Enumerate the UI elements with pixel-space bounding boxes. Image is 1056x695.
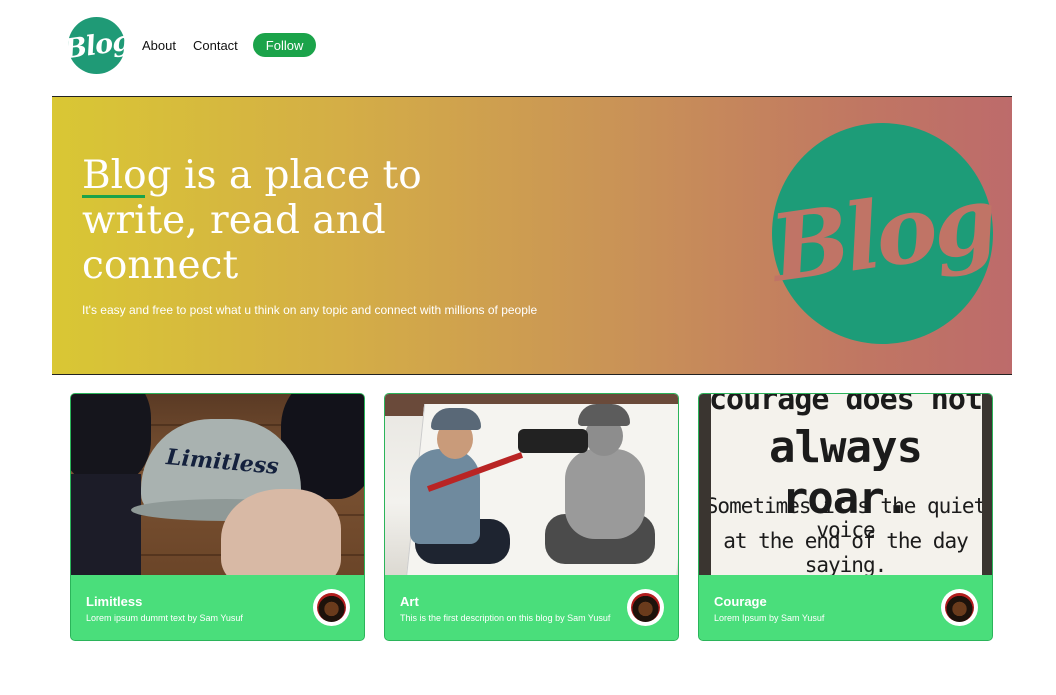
blog-card-art[interactable]: Art This is the first description on thi…: [384, 393, 679, 641]
top-nav: Blog About Contact Follow: [62, 16, 317, 74]
hero-subtitle: It's easy and free to post what u think …: [82, 303, 538, 317]
follow-button[interactable]: Follow: [252, 33, 317, 57]
blog-logo-text: Blog: [61, 25, 132, 65]
nav-link-contact[interactable]: Contact: [193, 38, 238, 53]
card-footer: Limitless Lorem ipsum dummt text by Sam …: [71, 575, 364, 640]
card-list: Limitless Limitless Lorem ipsum dummt te…: [70, 393, 994, 641]
hero-title: Blog is a place to write, read and conne…: [82, 153, 422, 288]
author-avatar[interactable]: [313, 589, 350, 626]
card-title: Courage: [714, 594, 767, 609]
card-description: Lorem Ipsum by Sam Yusuf: [714, 613, 825, 623]
card-image-art: [385, 394, 678, 575]
hero-title-underline: [82, 195, 145, 198]
hero-blog-logo: Blog: [765, 123, 1000, 344]
card-image-limitless: Limitless: [71, 394, 364, 575]
blog-card-courage[interactable]: courage does not always roar. Sometimes …: [698, 393, 993, 641]
card-footer: Courage Lorem Ipsum by Sam Yusuf: [699, 575, 992, 640]
card-title: Limitless: [86, 594, 143, 609]
quote-line-1: courage does not: [709, 394, 983, 417]
nav-link-about[interactable]: About: [142, 38, 176, 53]
blog-card-limitless[interactable]: Limitless Limitless Lorem ipsum dummt te…: [70, 393, 365, 641]
card-title: Art: [400, 594, 419, 609]
card-footer: Art This is the first description on thi…: [385, 575, 678, 640]
author-avatar[interactable]: [627, 589, 664, 626]
author-avatar[interactable]: [941, 589, 978, 626]
blog-logo[interactable]: Blog: [62, 16, 131, 74]
card-image-courage: courage does not always roar. Sometimes …: [699, 394, 992, 575]
card-description: This is the first description on this bl…: [400, 613, 611, 623]
quote-line-4: at the end of the day saying.: [723, 529, 969, 575]
hero-blog-logo-text: Blog: [764, 164, 1001, 303]
card-description: Lorem ipsum dummt text by Sam Yusuf: [86, 613, 243, 623]
hero-banner: Blog is a place to write, read and conne…: [52, 96, 1012, 375]
